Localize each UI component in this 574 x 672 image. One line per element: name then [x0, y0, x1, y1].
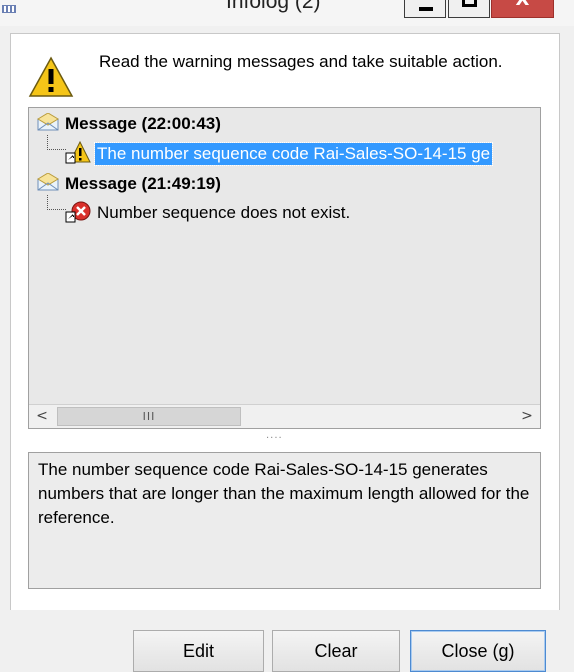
header-message: Read the warning messages and take suita… [99, 52, 503, 71]
minimize-icon [419, 7, 433, 11]
tree-item-warning[interactable]: The number sequence code Rai-Sales-SO-14… [65, 140, 494, 169]
tree-node-message-1[interactable]: Message (22:00:43) [37, 111, 221, 136]
tree-node-label: Message (21:49:19) [65, 174, 221, 193]
window-title: Infolog (2) [226, 0, 321, 13]
minimize-button[interactable] [404, 0, 446, 18]
edit-button[interactable]: Edit [133, 630, 264, 672]
tree-item-error[interactable]: Number sequence does not exist. [65, 201, 352, 225]
scroll-left-button[interactable]: < [31, 407, 53, 426]
dialog-footer: Edit Clear Close (g) [0, 610, 574, 672]
message-details: The number sequence code Rai-Sales-SO-14… [28, 452, 541, 589]
close-icon: X [492, 0, 553, 10]
title-bar: Infolog (2) X [0, 0, 574, 26]
maximize-button[interactable] [448, 0, 490, 18]
scrollbar-thumb[interactable]: III [57, 407, 241, 426]
tree-connector [47, 195, 66, 210]
tree-item-text: Number sequence does not exist. [97, 203, 351, 222]
error-icon [65, 199, 91, 228]
message-tree[interactable]: Message (22:00:43) The number sequence c… [28, 107, 541, 429]
pane-splitter[interactable]: .... [266, 430, 283, 441]
message-envelope-icon [37, 111, 59, 136]
tree-node-label: Message (22:00:43) [65, 114, 221, 133]
horizontal-scrollbar[interactable]: < III > [29, 404, 540, 428]
warning-icon [65, 140, 91, 169]
close-window-button[interactable]: X [491, 0, 554, 18]
warning-icon [28, 56, 74, 102]
maximize-icon [462, 0, 477, 7]
app-icon [2, 0, 16, 13]
message-envelope-icon [37, 171, 59, 196]
scroll-right-button[interactable]: > [516, 407, 538, 426]
clear-button[interactable]: Clear [272, 630, 400, 672]
tree-node-message-2[interactable]: Message (21:49:19) [37, 171, 221, 196]
tree-connector [47, 135, 66, 150]
close-button[interactable]: Close (g) [410, 630, 546, 672]
tree-item-text: The number sequence code Rai-Sales-SO-14… [93, 142, 494, 166]
